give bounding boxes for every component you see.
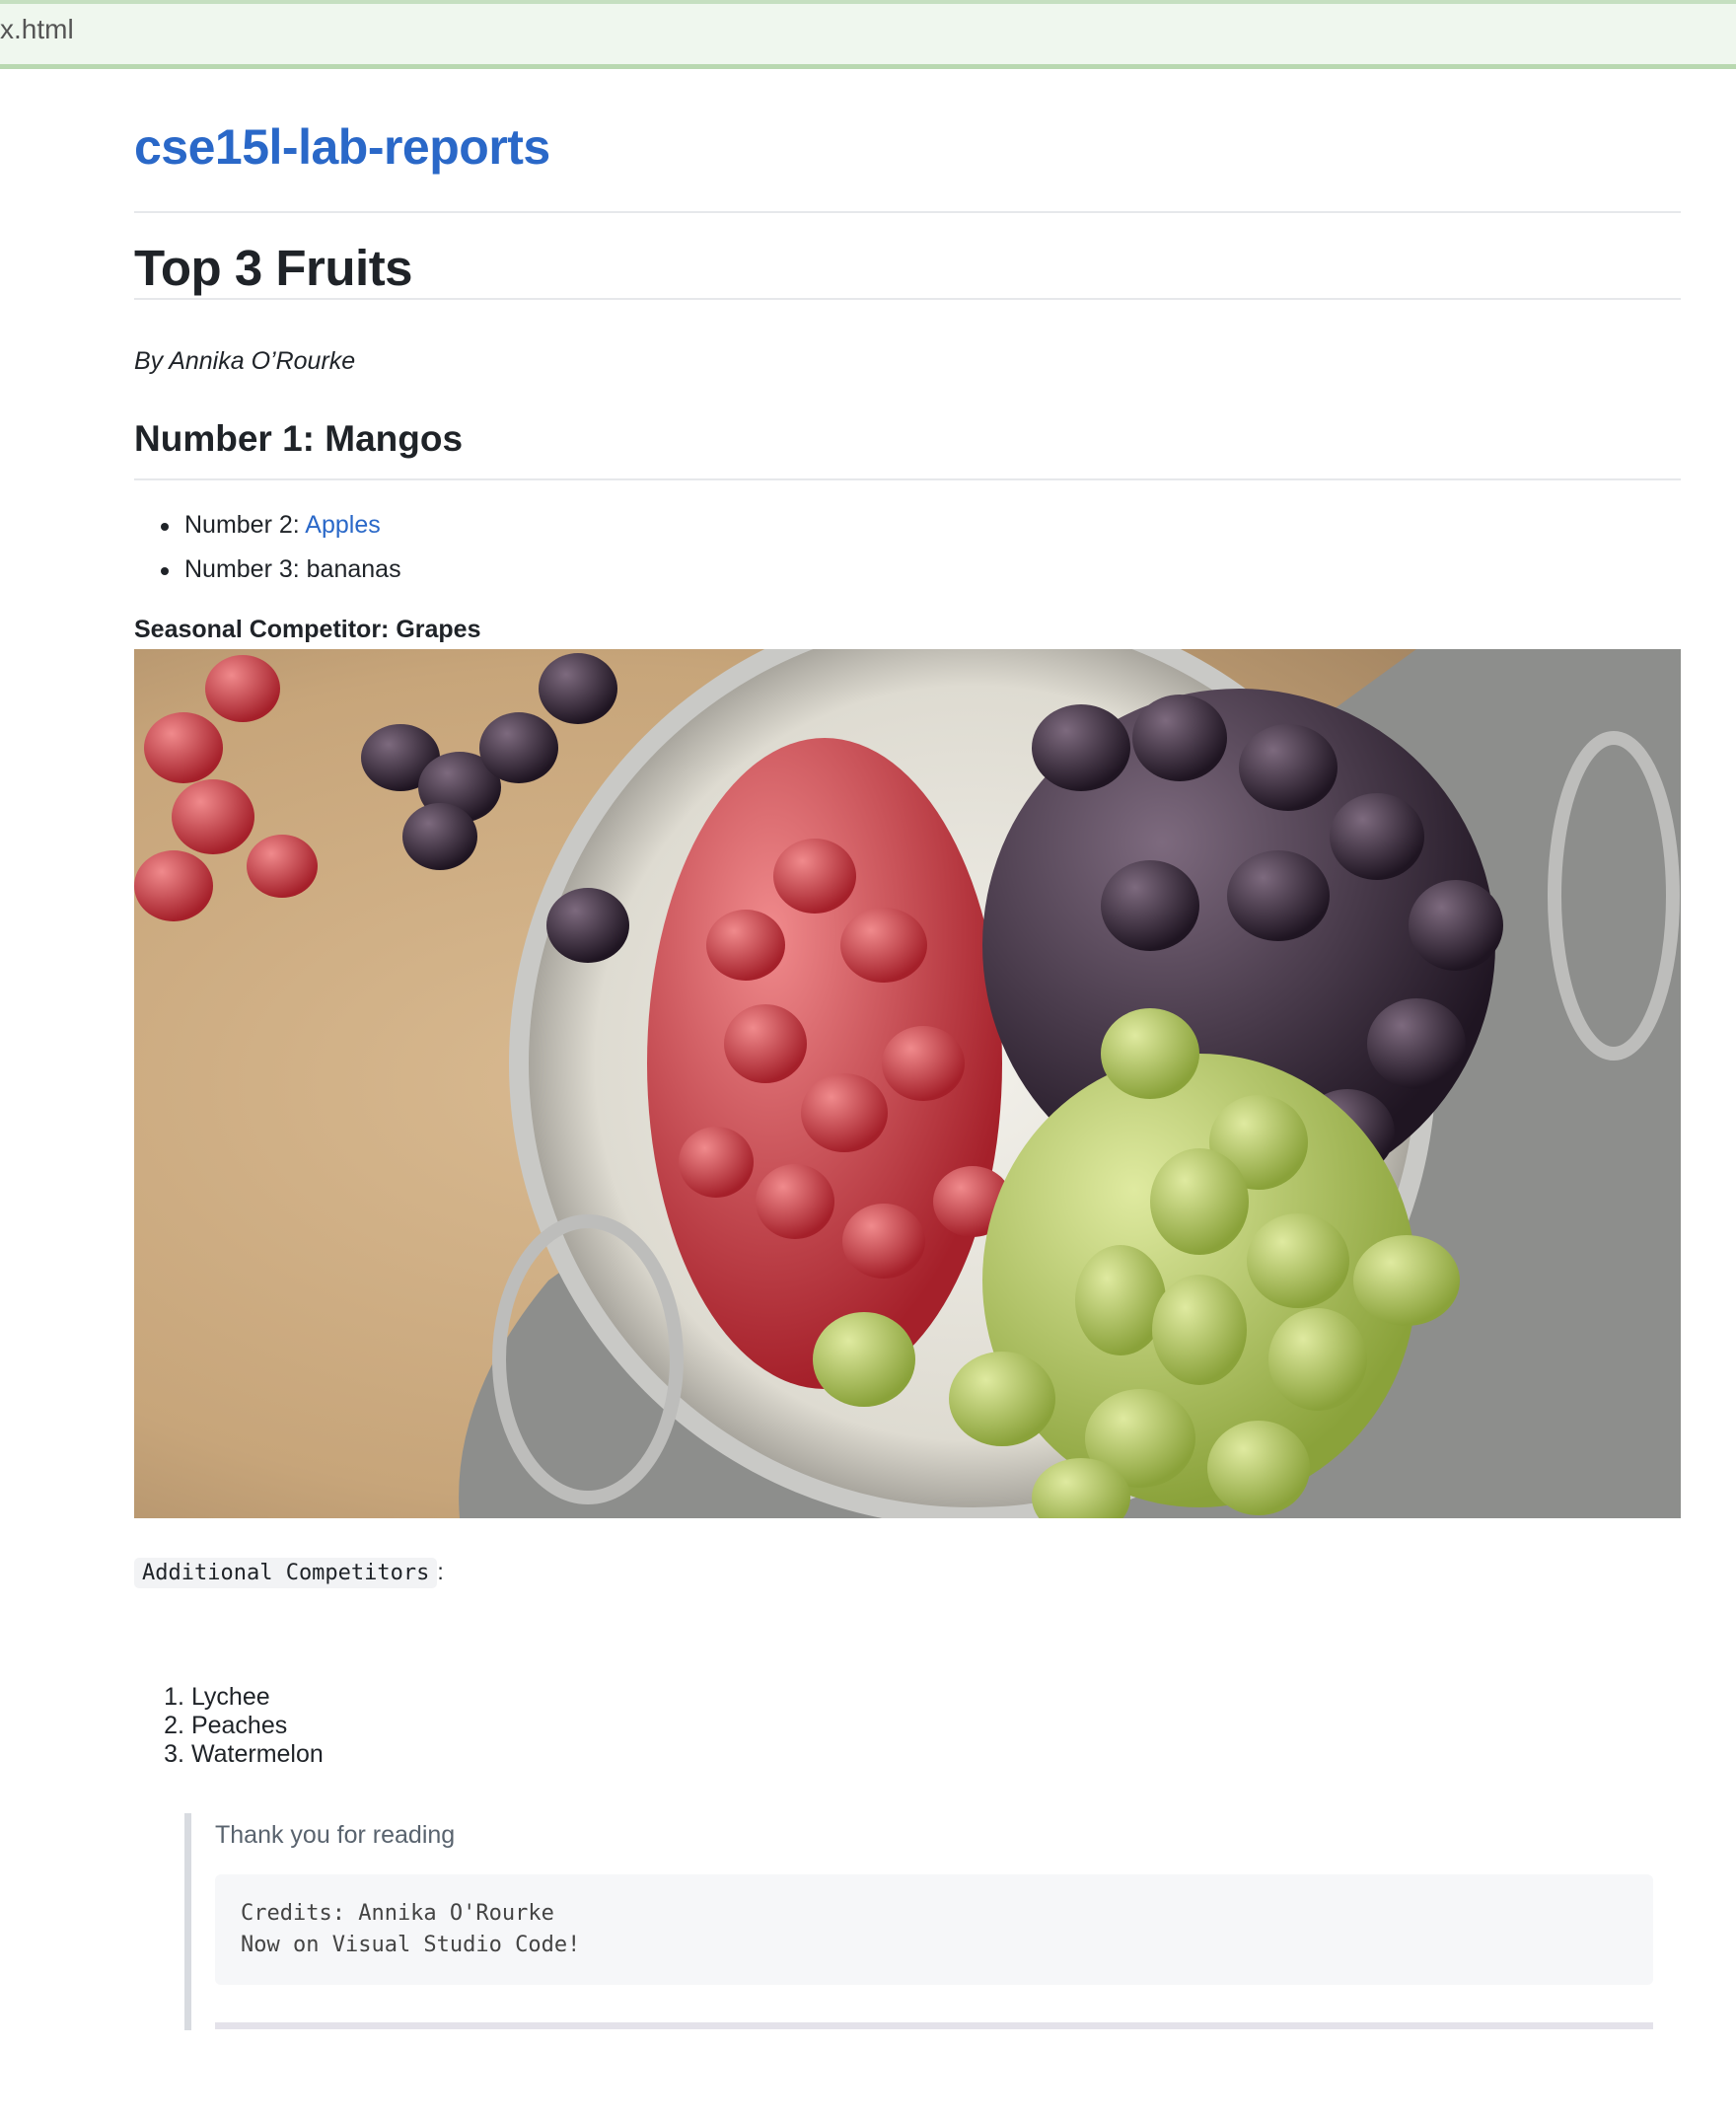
list-item: 2. Peaches: [134, 1712, 324, 1740]
list-item: 3. Watermelon: [134, 1740, 324, 1769]
list-number: 1.: [164, 1683, 184, 1711]
browser-address-bar[interactable]: x.html: [0, 0, 1736, 69]
list-item-text: Lychee: [190, 1683, 270, 1711]
list-item-text: Number 3: bananas: [184, 555, 401, 583]
heading-divider: [134, 478, 1681, 480]
code-line: Now on Visual Studio Code!: [241, 1933, 581, 1957]
fruit-bullet-list: Number 2: Apples Number 3: bananas: [134, 503, 401, 592]
list-number: 2.: [164, 1712, 184, 1739]
additional-competitors-label: Additional Competitors:: [134, 1558, 444, 1588]
site-title-link[interactable]: cse15l-lab-reports: [134, 118, 550, 176]
list-item-text: Number 2:: [184, 511, 306, 539]
code-line: Credits: Annika O'Rourke: [241, 1901, 554, 1926]
credits-code-block: Credits: Annika O'Rourke Now on Visual S…: [215, 1874, 1653, 1985]
list-item: 1. Lychee: [134, 1683, 324, 1712]
list-item: Number 2: Apples: [134, 503, 401, 548]
list-item-text: Peaches: [190, 1712, 288, 1739]
heading-number-1: Number 1: Mangos: [134, 418, 464, 459]
grapes-image: [134, 649, 1681, 1518]
list-item-text: Watermelon: [190, 1740, 324, 1768]
list-number: 3.: [164, 1740, 184, 1768]
blockquote: Thank you for reading Credits: Annika O'…: [184, 1813, 1653, 2030]
list-item: Number 3: bananas: [134, 548, 401, 592]
colon: :: [437, 1559, 444, 1584]
page-title: Top 3 Fruits: [134, 240, 413, 296]
seasonal-competitor: Seasonal Competitor: Grapes: [134, 616, 481, 643]
thank-you-text: Thank you for reading: [215, 1821, 456, 1849]
header-divider: [134, 211, 1681, 213]
title-divider: [134, 298, 1681, 300]
apples-link[interactable]: Apples: [305, 511, 380, 539]
additional-competitors-code: Additional Competitors: [134, 1558, 438, 1588]
horizontal-rule: [215, 2022, 1653, 2029]
url-text: x.html: [0, 14, 74, 44]
competitors-list: 1. Lychee 2. Peaches 3. Watermelon: [134, 1683, 324, 1769]
byline: By Annika O’Rourke: [134, 347, 356, 375]
